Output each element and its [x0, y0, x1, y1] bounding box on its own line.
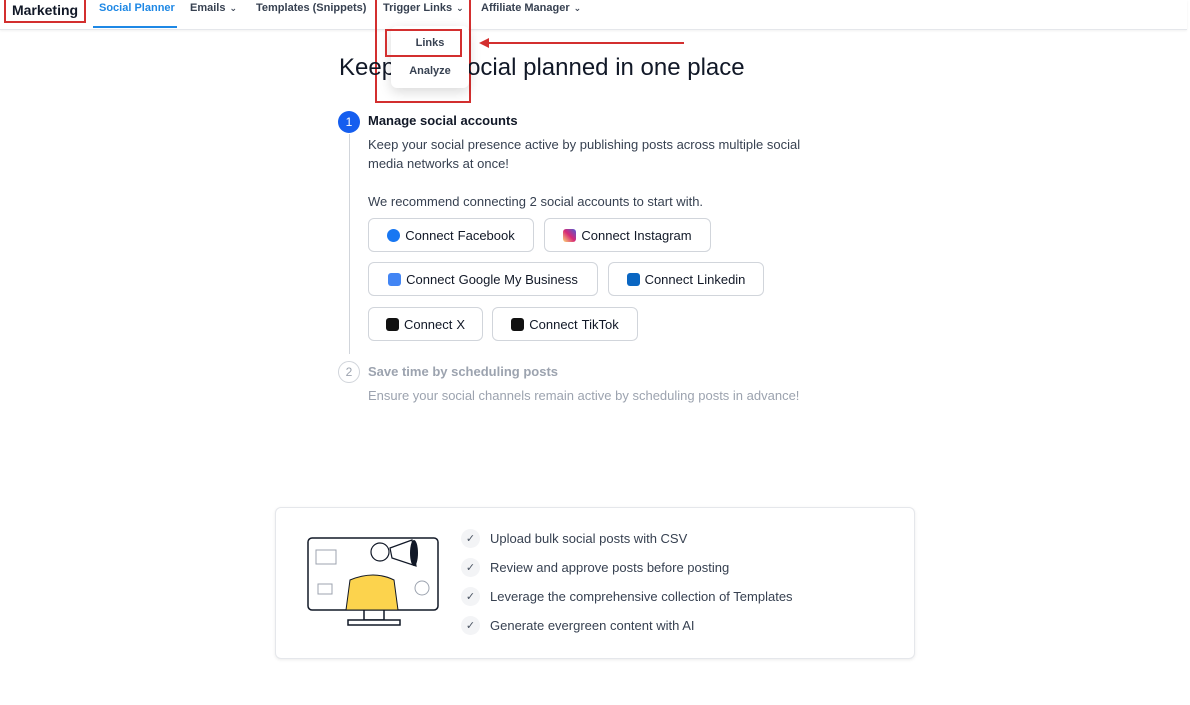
tab-emails-label: Emails — [190, 2, 226, 14]
tab-social-planner-label: Social Planner — [99, 2, 175, 14]
x-icon — [385, 317, 399, 331]
connect-label: Connect — [581, 227, 630, 243]
connect-google-my-business-button[interactable]: Connect Google My Business — [368, 262, 598, 296]
feature-text: Upload bulk social posts with CSV — [490, 531, 688, 546]
step1-title: Manage social accounts — [368, 113, 518, 128]
feature-text: Leverage the comprehensive collection of… — [490, 589, 793, 604]
facebook-icon — [387, 228, 401, 242]
connect-label: Connect — [405, 227, 454, 243]
checkmark-icon: ✓ — [461, 529, 480, 548]
chevron-down-icon: ⌄ — [229, 3, 238, 13]
step1-desc-line1: Keep your social presence active by publ… — [368, 137, 801, 152]
tab-templates-label: Templates (Snippets) — [256, 2, 367, 14]
connect-instagram-button[interactable]: Connect Instagram — [544, 218, 711, 252]
connect-linkedin-button[interactable]: Connect Linkedin — [608, 262, 764, 296]
feature-item: ✓ Leverage the comprehensive collection … — [461, 587, 793, 606]
checkmark-icon: ✓ — [461, 587, 480, 606]
feature-item: ✓ Review and approve posts before postin… — [461, 558, 729, 577]
top-nav: Marketing Social Planner Emails ⌄ Templa… — [0, 0, 1187, 30]
network-name: TikTok — [581, 316, 619, 332]
annotation-box-links — [385, 29, 462, 57]
network-name: Instagram — [633, 227, 692, 243]
tab-emails[interactable]: Emails ⌄ — [190, 0, 237, 28]
annotation-arrow-icon — [479, 38, 684, 48]
connect-label: Connect — [403, 316, 453, 332]
connect-label: Connect — [644, 271, 693, 287]
menu-item-analyze[interactable]: Analyze — [391, 65, 469, 77]
brand-title: Marketing — [4, 0, 86, 23]
checkmark-icon: ✓ — [461, 616, 480, 635]
feature-text: Generate evergreen content with AI — [490, 618, 695, 633]
feature-item: ✓ Generate evergreen content with AI — [461, 616, 695, 635]
connect-facebook-button[interactable]: Connect Facebook — [368, 218, 534, 252]
feature-text: Review and approve posts before posting — [490, 560, 730, 575]
connect-label: Connect — [406, 271, 455, 287]
step-number-1: 1 — [338, 111, 360, 133]
tab-trigger-links-label: Trigger Links — [383, 2, 453, 14]
marketer-megaphone-illustration — [307, 537, 439, 626]
tab-affiliate-manager[interactable]: Affiliate Manager ⌄ — [481, 0, 581, 28]
connect-x-button[interactable]: Connect X — [368, 307, 483, 341]
instagram-icon — [563, 228, 577, 242]
network-name: Linkedin — [696, 271, 746, 287]
tab-templates[interactable]: Templates (Snippets) — [256, 0, 366, 28]
features-card: ✓ Upload bulk social posts with CSV ✓ Re… — [275, 507, 915, 659]
google-my-business-icon — [388, 272, 402, 286]
connect-tiktok-button[interactable]: Connect TikTok — [492, 307, 638, 341]
network-name: Google My Business — [458, 271, 578, 287]
connect-label: Connect — [529, 316, 578, 332]
tiktok-icon — [511, 317, 525, 331]
step1-desc-line2: media networks at once! — [368, 156, 509, 171]
network-name: X — [456, 316, 466, 332]
network-name: Facebook — [457, 227, 515, 243]
step-number-2: 2 — [338, 361, 360, 383]
chevron-down-icon: ⌄ — [573, 3, 582, 13]
tab-trigger-links[interactable]: Trigger Links ⌄ — [383, 0, 464, 28]
step1-recommend: We recommend connecting 2 social account… — [368, 194, 704, 209]
chevron-down-icon: ⌄ — [456, 3, 464, 13]
checkmark-icon: ✓ — [461, 558, 480, 577]
step-connector-line — [349, 134, 350, 354]
tab-social-planner[interactable]: Social Planner — [93, 0, 177, 28]
tab-affiliate-manager-label: Affiliate Manager — [481, 2, 570, 14]
linkedin-icon — [626, 272, 640, 286]
step2-desc: Ensure your social channels remain activ… — [368, 388, 800, 403]
feature-item: ✓ Upload bulk social posts with CSV — [461, 529, 687, 548]
step2-title: Save time by scheduling posts — [368, 364, 558, 379]
